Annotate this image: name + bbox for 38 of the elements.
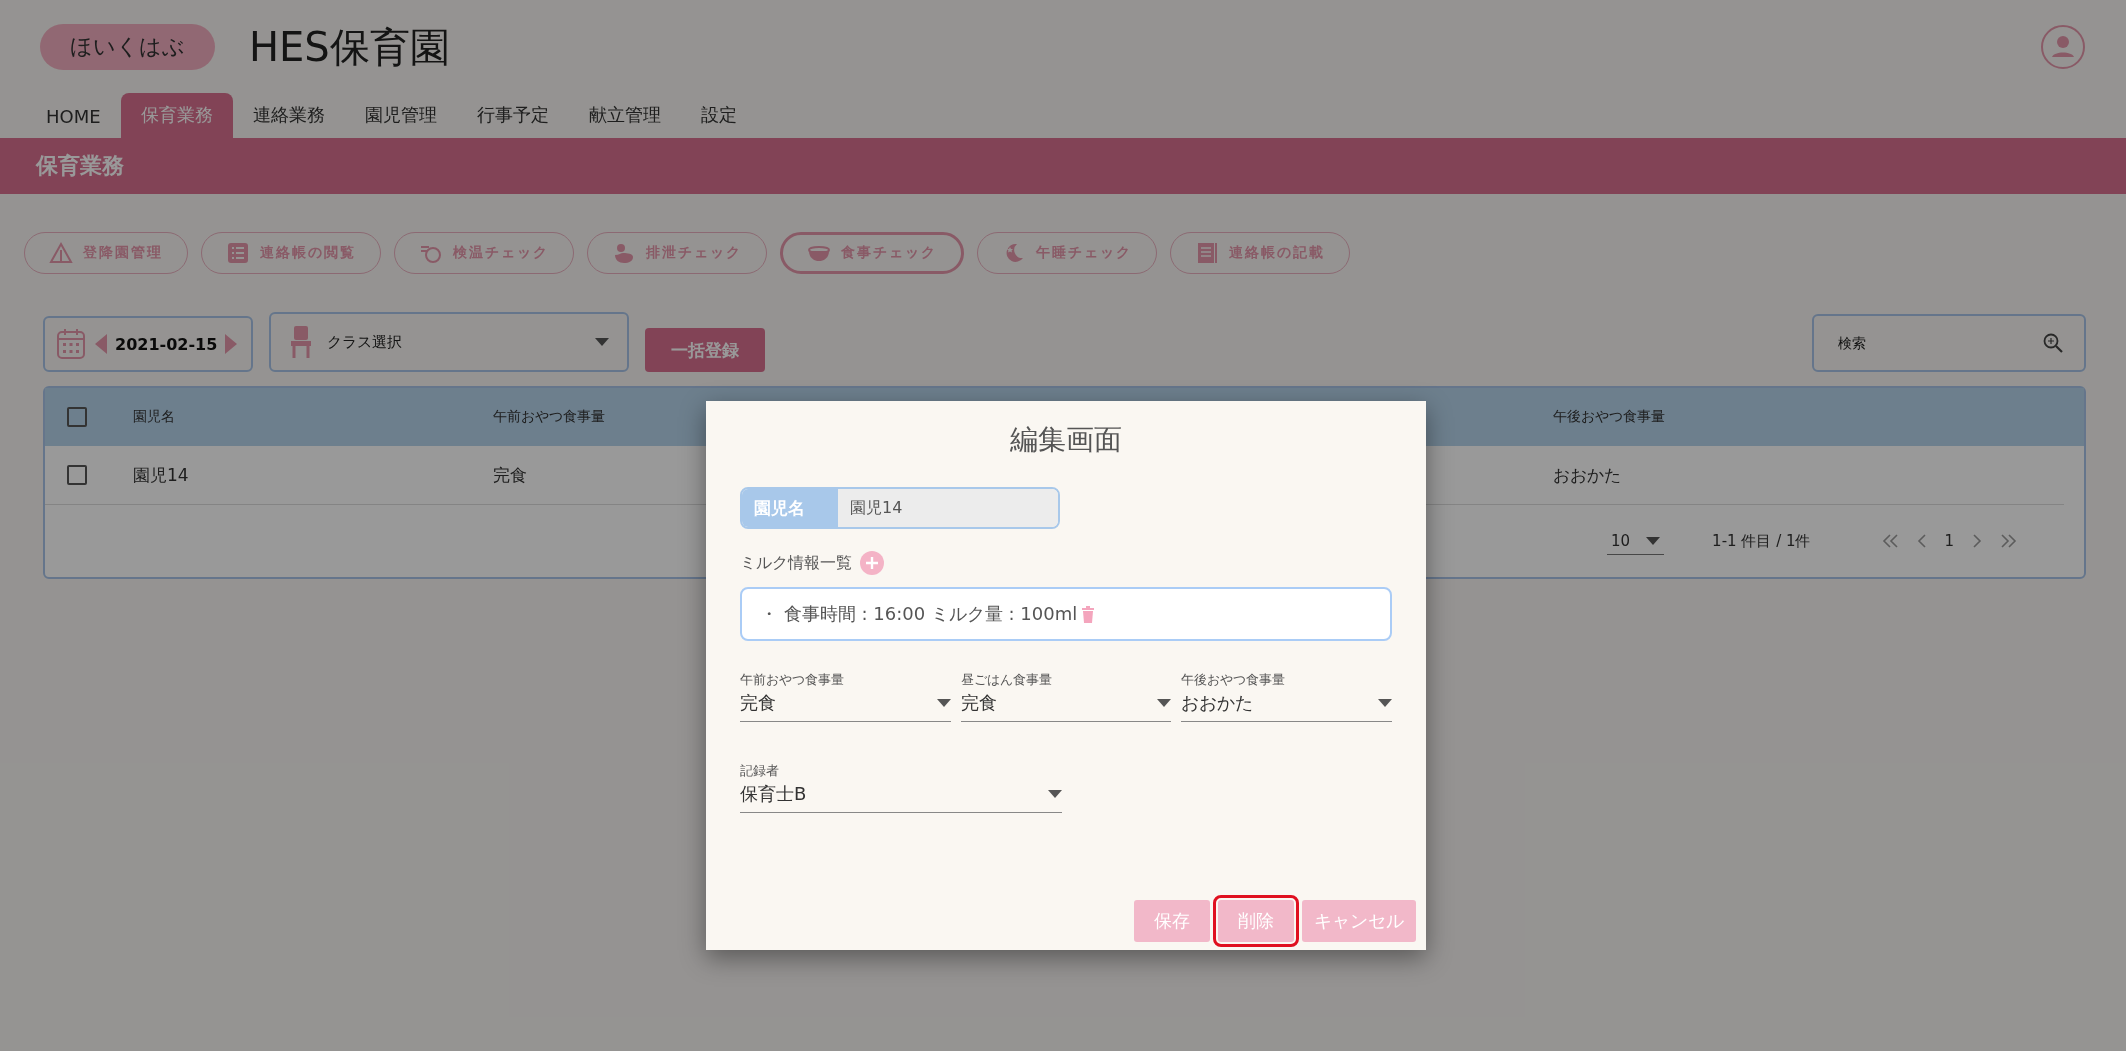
date-picker[interactable]: 2021-02-15 bbox=[43, 316, 253, 372]
dialog-title: 編集画面 bbox=[1009, 422, 1123, 458]
nav-tab[interactable]: 献立管理 bbox=[568, 93, 681, 138]
table-cell-text: おおかた bbox=[1553, 463, 1622, 487]
column-header: 園児名 bbox=[133, 408, 176, 426]
dropdown[interactable]: 午前おやつ食事量 完食 bbox=[740, 671, 951, 722]
dropdown-value: 保育士B bbox=[740, 782, 808, 806]
dropdown-label: 記録者 bbox=[740, 762, 780, 780]
dropdown[interactable]: 昼ごはん食事量 完食 bbox=[960, 671, 1172, 722]
page-size-select[interactable]: 10 bbox=[1607, 527, 1665, 555]
nav-tab[interactable]: HOME bbox=[26, 96, 121, 138]
dropdown-label: 午前おやつ食事量 bbox=[740, 671, 845, 689]
table-cell-text: 園児14 bbox=[133, 463, 190, 487]
dropdown[interactable]: 記録者 保育士B bbox=[740, 762, 1062, 813]
page-size-value: 10 bbox=[1611, 531, 1631, 550]
page-number[interactable]: 1 bbox=[1944, 532, 1955, 550]
table-cell-text: 完食 bbox=[493, 463, 528, 487]
logo: ほいくはぶ bbox=[40, 24, 215, 70]
search-field[interactable]: 検索 bbox=[1812, 314, 2086, 372]
dropdown-value: 完食 bbox=[740, 691, 777, 715]
column-header: 午前おやつ食事量 bbox=[493, 408, 606, 426]
site-title: HES保育園 bbox=[249, 22, 450, 72]
section-title: 保育業務 bbox=[0, 138, 2126, 194]
date-text: 2021-02-15 bbox=[115, 334, 218, 354]
dropdown-label: 昼ごはん食事量 bbox=[960, 671, 1053, 689]
dropdown[interactable]: 午後おやつ食事量 おおかた bbox=[1181, 671, 1392, 722]
page-range: 1-1 件目 / 1件 bbox=[1712, 531, 1811, 551]
dropdown-label: 午後おやつ食事量 bbox=[1181, 671, 1287, 689]
class-select[interactable]: クラス選択 bbox=[269, 312, 629, 372]
nav-tab[interactable]: 設定 bbox=[680, 93, 757, 138]
nav-tab[interactable]: 行事予定 bbox=[456, 93, 569, 138]
dropdown-value: 完食 bbox=[960, 691, 998, 715]
milk-entry: ・ 食事時間 : 16:00 ミルク量 : 100ml bbox=[760, 602, 1078, 626]
section-label: ミルク情報一覧 bbox=[740, 552, 852, 574]
column-header: 午後おやつ食事量 bbox=[1553, 408, 1666, 426]
nav-tab[interactable]: 園児管理 bbox=[344, 93, 457, 138]
nav-tab[interactable]: 連絡業務 bbox=[232, 93, 345, 138]
dropdown-value: おおかた bbox=[1181, 691, 1255, 715]
